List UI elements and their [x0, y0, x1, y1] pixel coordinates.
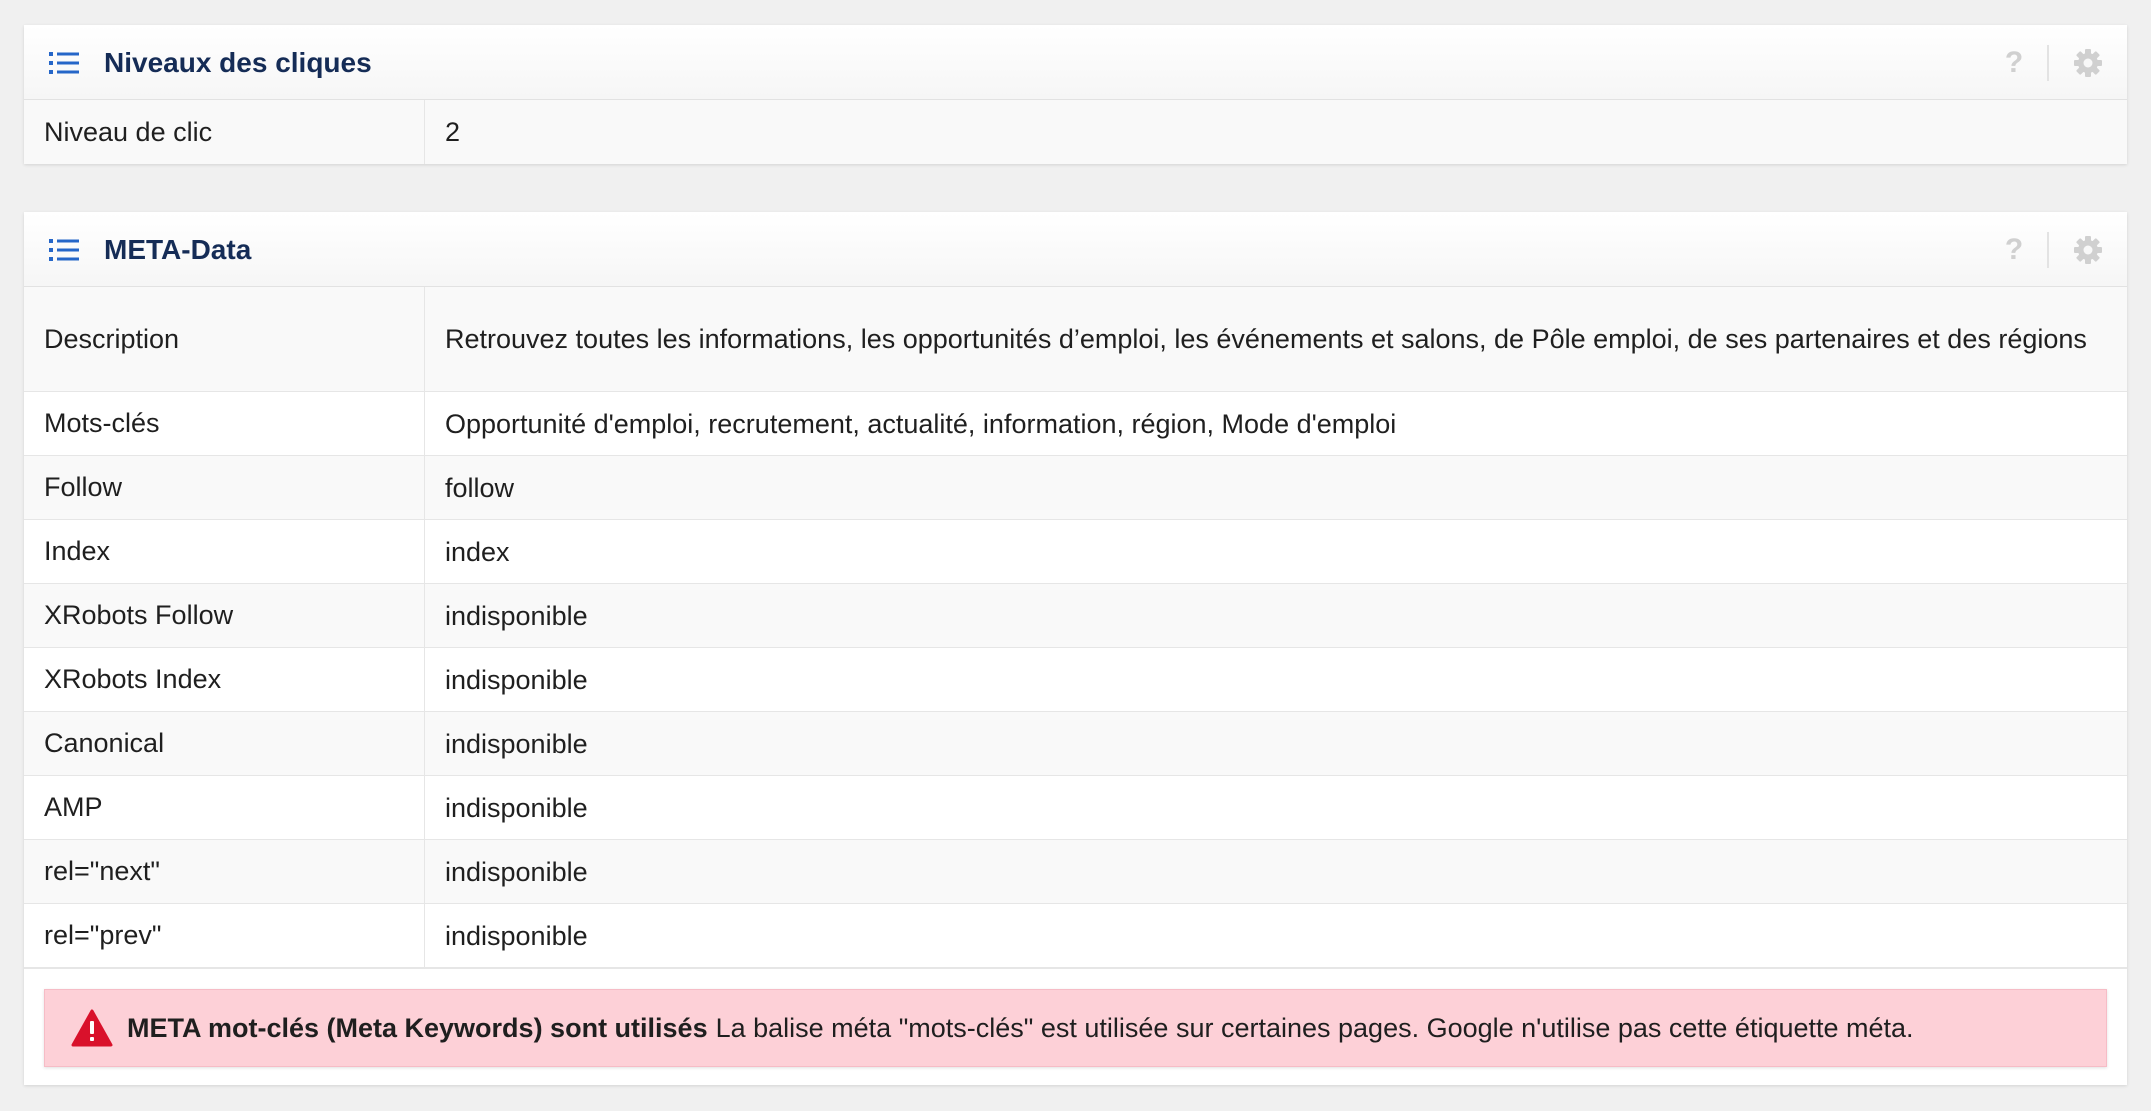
- row-label: Index: [24, 520, 425, 583]
- table-row: AMP indisponible: [24, 776, 2127, 840]
- row-value: follow: [445, 472, 515, 503]
- row-value: indisponible: [445, 728, 588, 759]
- row-value: indisponible: [445, 600, 588, 631]
- table-row: XRobots Index indisponible: [24, 648, 2127, 712]
- row-label: XRobots Index: [24, 648, 425, 711]
- panel-tools: ?: [1999, 43, 2103, 83]
- table-row: Follow follow: [24, 456, 2127, 520]
- help-icon[interactable]: ?: [1999, 46, 2029, 80]
- row-label: Description: [24, 287, 425, 391]
- row-value: index: [445, 536, 510, 567]
- table-row: XRobots Follow indisponible: [24, 584, 2127, 648]
- tools-divider: [2047, 45, 2049, 81]
- table-row: Canonical indisponible: [24, 712, 2127, 776]
- meta-data-panel: META-Data ? Description Retrouvez toutes…: [24, 212, 2127, 1085]
- panel-title: META-Data: [104, 234, 252, 265]
- row-label: rel="next": [24, 840, 425, 903]
- alert-title: META mot-clés (Meta Keywords) sont utili…: [127, 1012, 708, 1043]
- row-label: Follow: [24, 456, 425, 519]
- panel-header: Niveaux des cliques ?: [24, 25, 2127, 100]
- list-icon: [49, 52, 79, 74]
- row-value: 2: [445, 117, 461, 147]
- table-row: rel="prev" indisponible: [24, 904, 2127, 968]
- warning-icon: [71, 1009, 113, 1047]
- row-label: Mots-clés: [24, 392, 425, 455]
- table-row: Mots-clés Opportunité d'emploi, recrutem…: [24, 392, 2127, 456]
- table-row: Description Retrouvez toutes les informa…: [24, 287, 2127, 392]
- tools-divider: [2047, 232, 2049, 268]
- row-label: Niveau de clic: [24, 100, 425, 164]
- panel-header: META-Data ?: [24, 212, 2127, 287]
- meta-keywords-alert: META mot-clés (Meta Keywords) sont utili…: [44, 989, 2107, 1067]
- gear-icon[interactable]: [2073, 48, 2103, 78]
- row-label: XRobots Follow: [24, 584, 425, 647]
- panel-title: Niveaux des cliques: [104, 47, 372, 78]
- row-value: Opportunité d'emploi, recrutement, actua…: [445, 408, 1397, 439]
- row-value: Retrouvez toutes les informations, les o…: [445, 324, 2087, 354]
- row-value: indisponible: [445, 792, 588, 823]
- row-value: indisponible: [445, 856, 588, 887]
- panel-tools: ?: [1999, 230, 2103, 270]
- list-icon: [49, 239, 79, 261]
- row-value: indisponible: [445, 664, 588, 695]
- click-level-panel: Niveaux des cliques ? Niveau de clic 2: [24, 25, 2127, 164]
- row-value: indisponible: [445, 920, 588, 951]
- alert-message: La balise méta "mots-clés" est utilisée …: [715, 1012, 1914, 1043]
- gear-icon[interactable]: [2073, 235, 2103, 265]
- row-label: Canonical: [24, 712, 425, 775]
- row-label: AMP: [24, 776, 425, 839]
- alert-container: META mot-clés (Meta Keywords) sont utili…: [24, 968, 2127, 1085]
- table-row: rel="next" indisponible: [24, 840, 2127, 904]
- help-icon[interactable]: ?: [1999, 233, 2029, 267]
- table-row: Index index: [24, 520, 2127, 584]
- row-label: rel="prev": [24, 904, 425, 967]
- table-row: Niveau de clic 2: [24, 100, 2127, 164]
